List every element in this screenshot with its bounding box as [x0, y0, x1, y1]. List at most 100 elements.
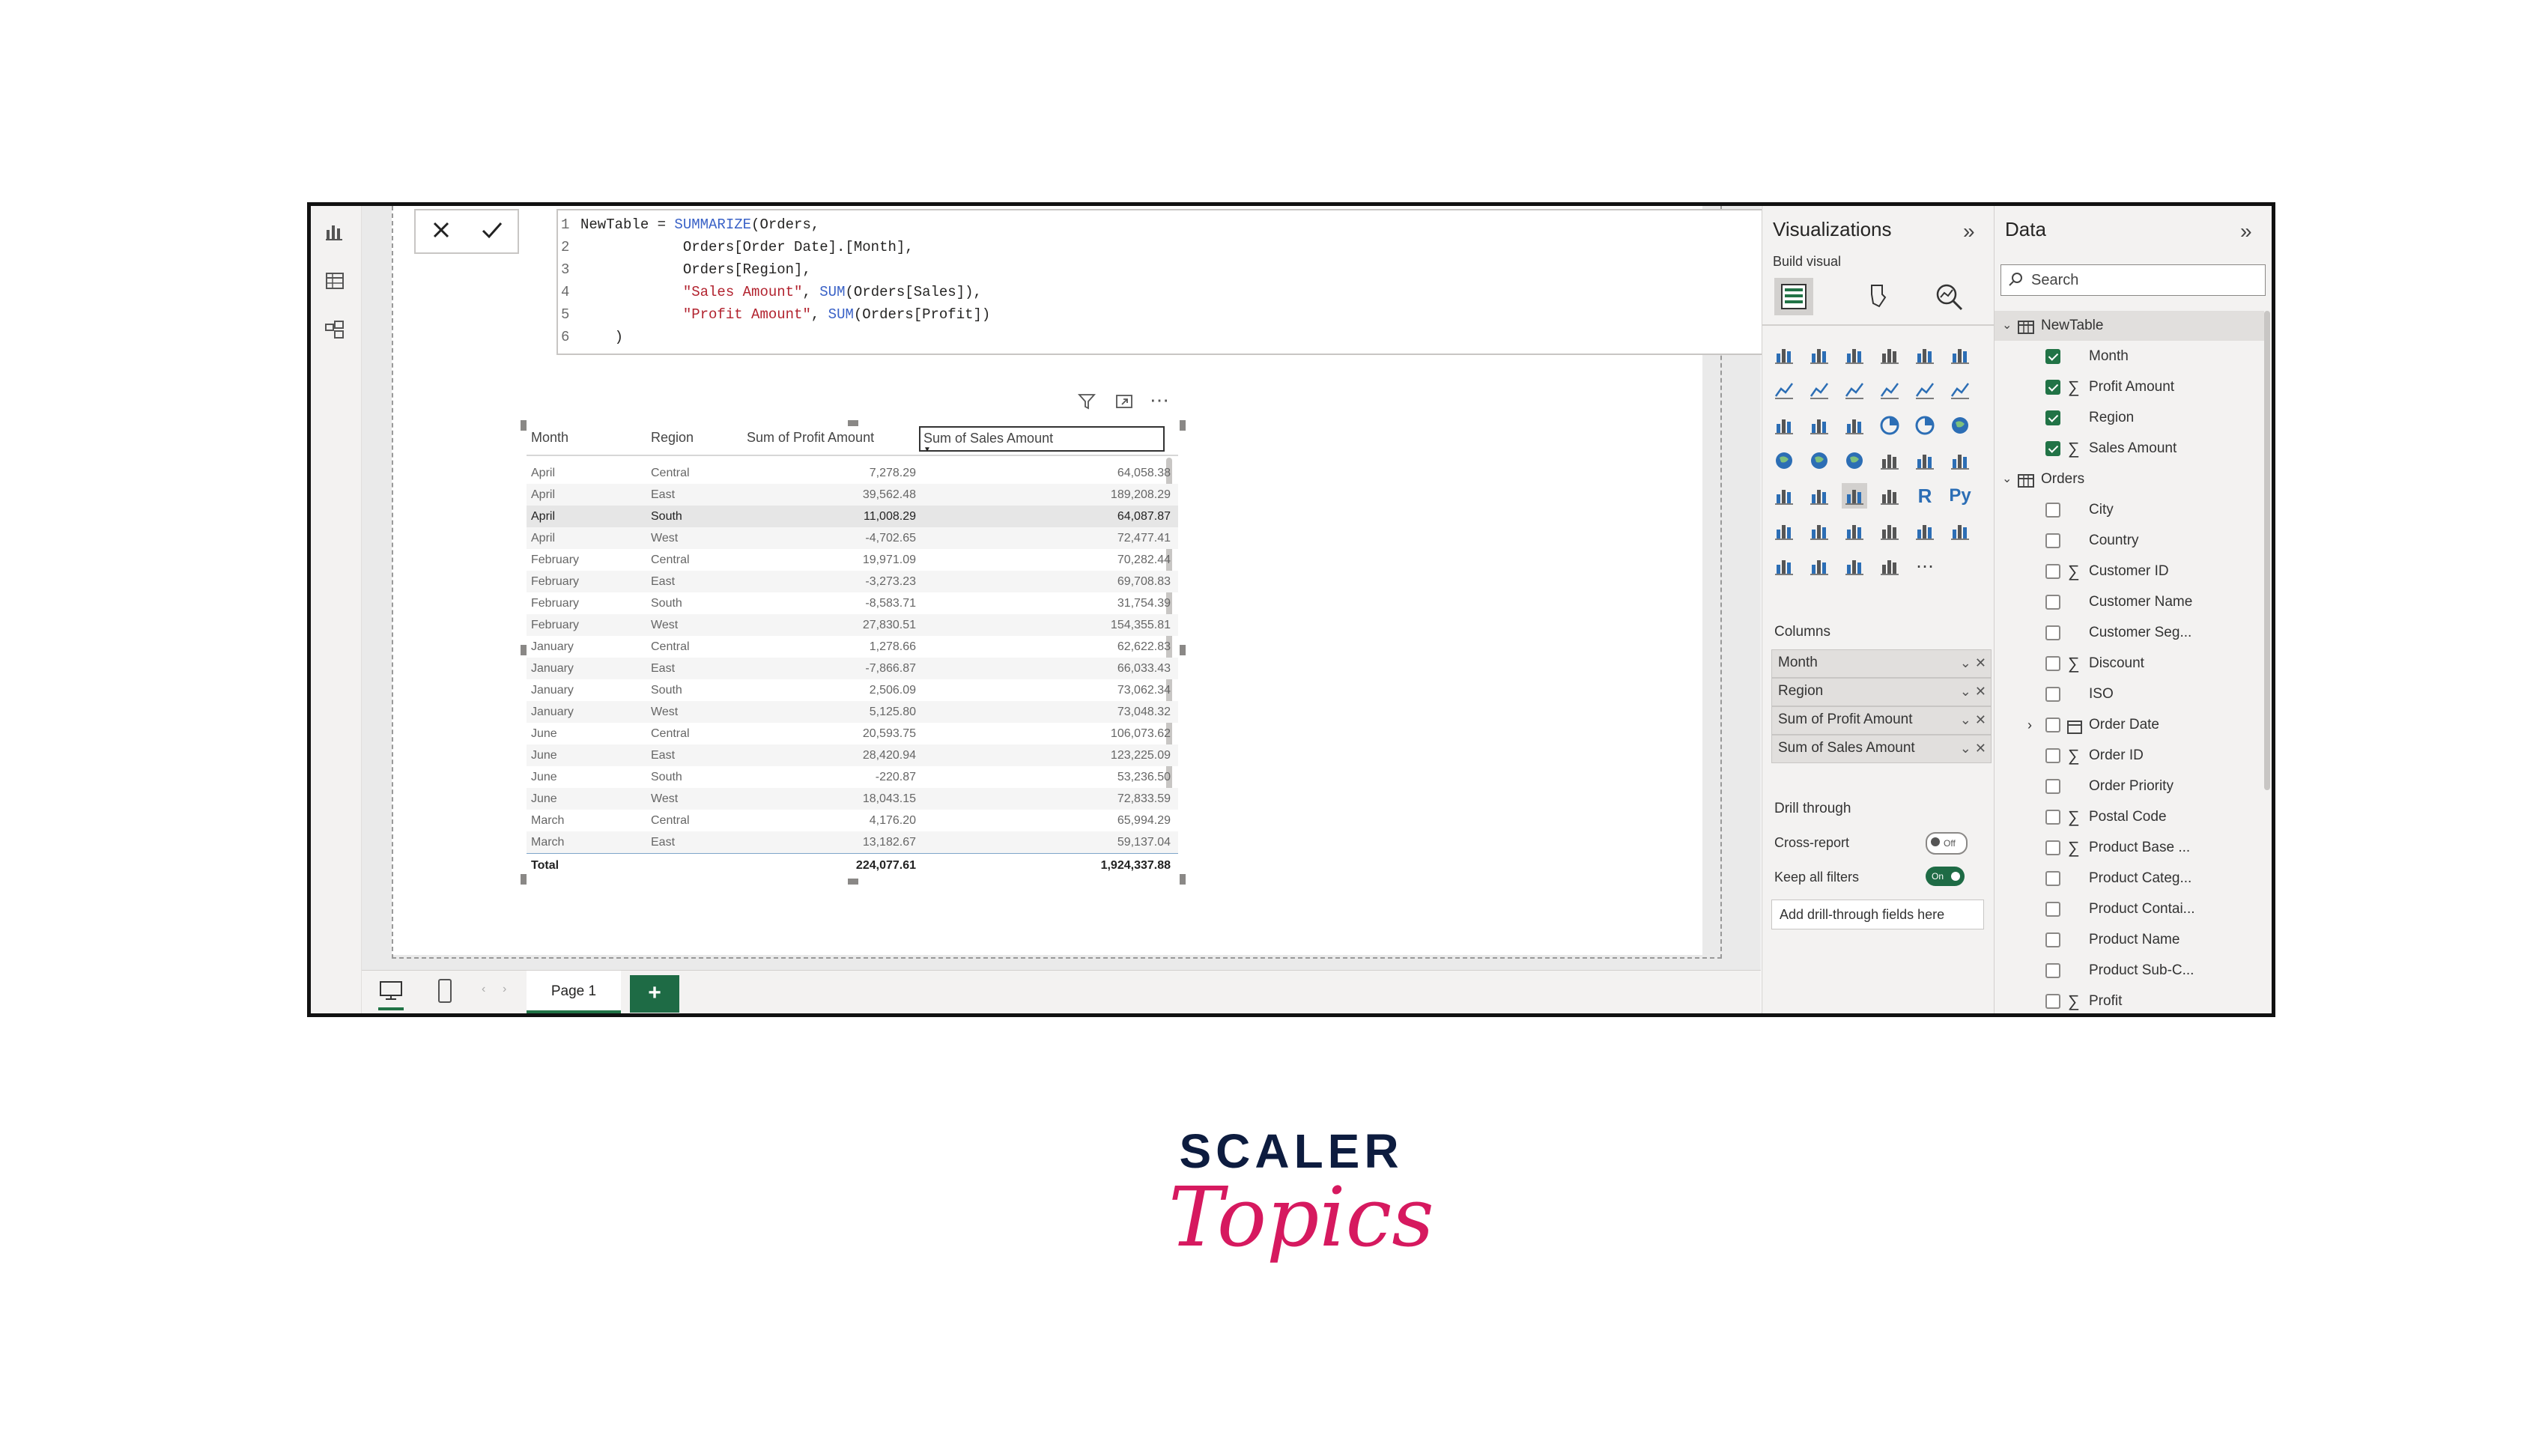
field-item[interactable]: ∑ Profit Amount — [1995, 372, 2264, 402]
focus-mode-icon[interactable] — [1114, 392, 1134, 415]
multirow-card-icon[interactable] — [1947, 448, 1973, 473]
more-options-icon[interactable]: ⋯ — [1150, 389, 1169, 412]
add-page-button[interactable]: + — [630, 975, 679, 1013]
field-checkbox[interactable] — [2045, 994, 2060, 1009]
field-checkbox[interactable] — [2045, 718, 2060, 732]
chevron-down-icon[interactable]: ⌄ — [1960, 655, 1971, 670]
field-item[interactable]: ∑ Customer ID — [1995, 556, 2264, 586]
paginated-report-icon[interactable] — [1947, 518, 1973, 544]
stacked-bar-icon[interactable] — [1771, 342, 1797, 368]
field-checkbox[interactable] — [2045, 932, 2060, 947]
power-apps-icon[interactable] — [1771, 553, 1797, 579]
field-checkbox[interactable] — [2045, 564, 2060, 579]
collapse-data-icon[interactable]: » — [2240, 219, 2252, 243]
table-node-orders[interactable]: ⌄ Orders — [1995, 464, 2264, 494]
stacked-column-icon[interactable] — [1807, 342, 1832, 368]
column-well-item[interactable]: Sum of Profit Amount ⌄ ✕ — [1771, 706, 1992, 735]
table-row[interactable]: June South -220.87 53,236.50 — [527, 766, 1178, 788]
field-item[interactable]: Customer Seg... — [1995, 618, 2264, 648]
line-chart-icon[interactable] — [1771, 377, 1797, 403]
resize-handle[interactable] — [521, 645, 527, 655]
field-checkbox[interactable] — [2045, 687, 2060, 702]
card-icon[interactable] — [1912, 448, 1938, 473]
power-apps-2-icon[interactable] — [1842, 553, 1867, 579]
field-item[interactable]: Product Name — [1995, 925, 2264, 955]
field-item[interactable]: Country — [1995, 526, 2264, 556]
expand-chevron-icon[interactable]: ⌄ — [2002, 464, 2012, 494]
decomposition-tree-icon[interactable] — [1807, 518, 1832, 544]
r-visual-icon[interactable]: R — [1912, 483, 1938, 509]
chevron-down-icon[interactable]: ⌄ — [1960, 741, 1971, 756]
prev-page-icon[interactable]: ‹ — [482, 983, 485, 996]
desktop-layout-icon[interactable] — [378, 980, 404, 1010]
field-checkbox[interactable] — [2045, 533, 2060, 548]
field-checkbox[interactable] — [2045, 840, 2060, 855]
field-list-scrollbar[interactable] — [2264, 311, 2270, 790]
remove-field-icon[interactable]: ✕ — [1975, 684, 1986, 699]
stacked-area-icon[interactable] — [1842, 377, 1867, 403]
field-item[interactable]: ∑ Sales Amount — [1995, 434, 2264, 464]
analytics-icon[interactable] — [1933, 281, 1965, 316]
column-well-item[interactable]: Sum of Sales Amount ⌄ ✕ — [1771, 735, 1992, 763]
table-row[interactable]: April East 39,562.48 189,208.29 — [527, 484, 1178, 506]
next-page-icon[interactable]: › — [503, 983, 506, 996]
field-item[interactable]: ∑ Product Base ... — [1995, 833, 2264, 863]
collapse-viz-icon[interactable]: » — [1963, 219, 1975, 243]
field-checkbox[interactable] — [2045, 595, 2060, 610]
python-visual-icon[interactable]: Py — [1947, 483, 1973, 509]
table-visual[interactable]: Month Region Sum of Profit Amount Sum of… — [521, 420, 1186, 885]
field-item[interactable]: City — [1995, 495, 2264, 525]
cross-report-toggle[interactable]: Off — [1926, 832, 1968, 855]
table-row[interactable]: June West 18,043.15 72,833.59 — [527, 788, 1178, 810]
search-box[interactable]: Search — [2001, 264, 2266, 296]
field-checkbox[interactable] — [2045, 380, 2060, 395]
resize-handle[interactable] — [1180, 420, 1186, 431]
table-row[interactable]: March Central 4,176.20 65,994.29 — [527, 810, 1178, 831]
key-influencers-icon[interactable] — [1771, 518, 1797, 544]
field-checkbox[interactable] — [2045, 349, 2060, 364]
field-item[interactable]: Order Priority — [1995, 771, 2264, 801]
table-row[interactable]: February South -8,583.71 31,754.39 — [527, 592, 1178, 614]
dax-formula-editor[interactable]: 1 NewTable = SUMMARIZE(Orders, 2 Orders[Or… — [556, 209, 1836, 355]
power-automate-icon[interactable] — [1807, 553, 1832, 579]
column-well-item[interactable]: Month ⌄ ✕ — [1771, 649, 1992, 678]
field-item[interactable]: ∑ Order ID — [1995, 741, 2264, 771]
field-item[interactable]: ∑ Discount — [1995, 649, 2264, 679]
resize-handle[interactable] — [521, 874, 527, 885]
more-visuals-icon[interactable]: ⋯ — [1912, 553, 1938, 579]
field-item[interactable]: Product Sub-C... — [1995, 956, 2264, 986]
filled-map-icon[interactable] — [1807, 448, 1832, 473]
column-header-profit[interactable]: Sum of Profit Amount — [747, 420, 874, 455]
cancel-formula-icon[interactable] — [430, 219, 452, 245]
remove-field-icon[interactable]: ✕ — [1975, 655, 1986, 670]
resize-handle[interactable] — [1180, 645, 1186, 655]
table-row[interactable]: January South 2,506.09 73,062.34 — [527, 679, 1178, 701]
100-bar-icon[interactable] — [1912, 342, 1938, 368]
slicer-icon[interactable] — [1807, 483, 1832, 509]
expand-chevron-icon[interactable]: ⌄ — [2002, 311, 2012, 341]
table-view-icon[interactable] — [320, 266, 350, 296]
qa-icon[interactable] — [1842, 518, 1867, 544]
remove-field-icon[interactable]: ✕ — [1975, 741, 1986, 756]
table-icon[interactable] — [1842, 483, 1867, 509]
table-row[interactable]: April Central 7,278.29 64,058.38 — [527, 462, 1178, 484]
line-clustered-icon[interactable] — [1912, 377, 1938, 403]
table-row[interactable]: January West 5,125.80 73,048.32 — [527, 701, 1178, 723]
chevron-down-icon[interactable]: ⌄ — [1960, 684, 1971, 699]
donut-chart-icon[interactable] — [1912, 413, 1938, 438]
table-row[interactable]: February West 27,830.51 154,355.81 — [527, 614, 1178, 636]
filter-icon[interactable] — [1077, 392, 1096, 415]
report-view-icon[interactable] — [320, 216, 350, 246]
table-row[interactable]: June East 28,420.94 123,225.09 — [527, 744, 1178, 766]
field-item[interactable]: Customer Name — [1995, 587, 2264, 617]
line-column-icon[interactable] — [1877, 377, 1902, 403]
remove-field-icon[interactable]: ✕ — [1975, 712, 1986, 727]
area-chart-icon[interactable] — [1807, 377, 1832, 403]
page-tab[interactable]: Page 1 — [527, 971, 621, 1013]
expand-chevron-icon[interactable]: › — [2027, 710, 2032, 740]
azure-map-icon[interactable] — [1842, 448, 1867, 473]
gauge-icon[interactable] — [1877, 448, 1902, 473]
field-checkbox[interactable] — [2045, 779, 2060, 794]
narrative-icon[interactable] — [1877, 518, 1902, 544]
table-node-newtable[interactable]: ⌄ NewTable — [1995, 311, 2264, 341]
